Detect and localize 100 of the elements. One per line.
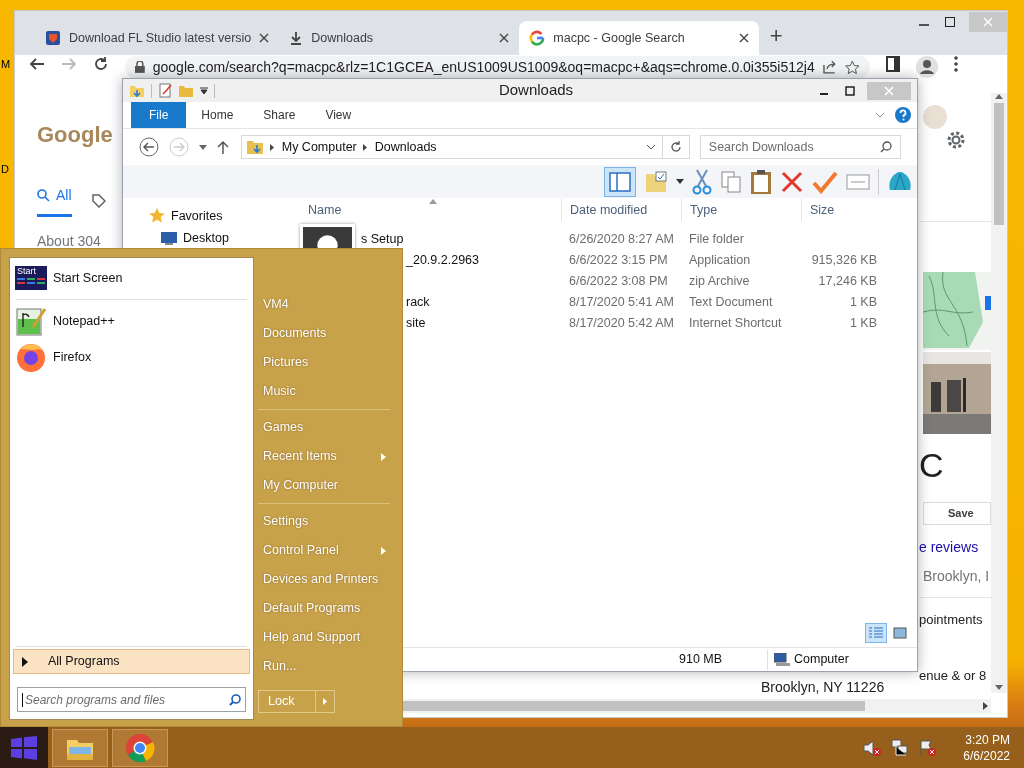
column-header[interactable]: Size	[801, 199, 911, 221]
size-cell: 915,326 KB	[811, 253, 877, 268]
size-cell: 1 KB	[849, 295, 877, 310]
search-icon	[229, 693, 241, 706]
size-cell: 17,246 KB	[818, 274, 877, 289]
caret-icon[interactable]	[200, 86, 208, 95]
date-cell-text: 6/6/2022 3:15 PM	[568, 252, 669, 270]
start-screen-icon: Start	[15, 266, 47, 290]
address-field[interactable]: My Computer Downloads	[240, 135, 663, 159]
maximize-icon[interactable]	[945, 17, 955, 27]
file-row[interactable]: s Setup 6/26/2020 8:27 AM File folder	[299, 229, 917, 250]
scroll-down-icon[interactable]	[995, 685, 1003, 691]
triangle-right-icon	[323, 698, 327, 705]
search-icon	[880, 141, 892, 153]
star-icon[interactable]	[845, 59, 860, 75]
hours-text: pointments	[919, 611, 984, 629]
ribbon-tab[interactable]: File	[131, 102, 187, 128]
search-tab[interactable]: All	[37, 185, 72, 217]
maximize-icon[interactable]	[845, 85, 855, 96]
sidebar-icon[interactable]	[886, 56, 900, 72]
new-tab-button[interactable]: +	[765, 25, 788, 47]
file-name: s Setup	[361, 232, 404, 247]
profile-icon[interactable]	[916, 56, 938, 78]
chevron-icon[interactable]	[645, 144, 656, 150]
download-icon	[289, 31, 304, 45]
taskbar-app[interactable]	[52, 728, 108, 767]
browser-tab[interactable]: Download FL Studio latest versio	[35, 21, 280, 55]
properties-icon[interactable]	[158, 82, 174, 99]
scroll-right-icon[interactable]	[983, 702, 989, 710]
share-icon[interactable]	[822, 60, 838, 74]
clock-date[interactable]: 6/6/2022	[963, 747, 1010, 764]
browser-tab[interactable]: macpc - Google Search	[519, 21, 760, 55]
monitor-icon	[161, 231, 177, 245]
save-button[interactable]: Save	[923, 502, 991, 525]
large-icons-view-icon	[893, 627, 907, 639]
close-icon[interactable]	[739, 33, 750, 43]
ribbon-tab[interactable]: Home	[186, 102, 249, 128]
column-header[interactable]: Name	[299, 199, 561, 221]
muted-speaker-icon[interactable]	[863, 738, 882, 757]
network-icon[interactable]	[891, 738, 910, 757]
nav-item[interactable]: Favorites	[149, 208, 299, 224]
start-button[interactable]	[0, 727, 48, 768]
clock-time[interactable]: 3:20 PM	[965, 731, 1010, 748]
close-icon[interactable]	[499, 33, 510, 43]
file-name: site	[406, 316, 426, 331]
breadcrumb[interactable]: Downloads	[374, 137, 437, 157]
taskbar-app[interactable]	[112, 728, 168, 767]
location-text: Computer	[794, 651, 849, 669]
back-icon[interactable]	[139, 137, 159, 157]
tab-title: macpc - Google Search	[553, 29, 686, 47]
vertical-scrollbar[interactable]	[991, 93, 1007, 693]
back-icon[interactable]	[29, 56, 45, 72]
reviews-link[interactable]: e reviews	[919, 537, 991, 558]
search-field[interactable]: Search programs and files	[17, 687, 246, 712]
column-header[interactable]: Date modified	[561, 199, 681, 221]
footer-address: Brooklyn, NY 11226	[761, 678, 885, 697]
all-programs-button[interactable]: All Programs	[13, 649, 250, 674]
pinned-item[interactable]: Start Start Screen	[10, 260, 253, 296]
pinned-item[interactable]: Notepad++	[10, 303, 253, 339]
check-icon[interactable]	[812, 169, 838, 194]
scroll-thumb[interactable]	[994, 103, 1004, 225]
free-space-text: 910 MB	[679, 651, 724, 669]
clipboard-icon[interactable]	[750, 168, 772, 195]
tab-title: Downloads	[311, 29, 375, 47]
flag-icon[interactable]	[919, 738, 938, 757]
google-icon	[529, 30, 546, 46]
computer-icon	[774, 652, 790, 667]
breadcrumb[interactable]: My Computer	[281, 137, 357, 157]
window-title: Downloads	[498, 80, 574, 101]
scissors-icon[interactable]	[692, 168, 712, 195]
type-cell-text: zip Archive	[688, 273, 751, 291]
up-icon[interactable]	[216, 140, 229, 154]
column-header[interactable]: Type	[681, 199, 801, 221]
caret-icon[interactable]	[198, 144, 207, 150]
nav-item[interactable]: Desktop	[149, 230, 299, 246]
help-icon[interactable]	[895, 107, 911, 123]
chevron-right-icon[interactable]	[362, 143, 367, 151]
close-icon[interactable]	[259, 33, 270, 43]
date-cell-text: 8/17/2020 5:42 AM	[568, 315, 675, 333]
tag-icon[interactable]	[91, 194, 106, 208]
chevron-icon[interactable]	[875, 112, 885, 118]
settings-icon[interactable]	[945, 129, 967, 151]
preview-pane-button[interactable]	[604, 166, 636, 197]
caret-icon[interactable]	[676, 179, 684, 184]
pinned-item[interactable]: Firefox	[10, 339, 253, 375]
refresh-button[interactable]	[661, 135, 690, 159]
star-icon	[149, 208, 165, 224]
chevron-right-icon[interactable]	[269, 143, 274, 151]
windows-icon	[11, 735, 37, 760]
search-field[interactable]: Search Downloads	[699, 135, 901, 159]
delete-icon[interactable]	[780, 169, 804, 194]
file-name: _20.9.2.2963	[406, 253, 479, 268]
ribbon-tab[interactable]: Share	[248, 102, 311, 128]
address-bar[interactable]: google.com/search?q=macpc&rlz=1C1GCEA_enUS1009US1009&oq=macpc+&aqs=chrome.0.0i355i512j4	[125, 56, 870, 78]
menu-icon[interactable]	[954, 56, 958, 72]
pane-icon	[609, 171, 631, 192]
scroll-up-icon[interactable]	[995, 93, 1003, 99]
browser-tab[interactable]: Downloads	[279, 21, 520, 55]
reload-icon[interactable]	[93, 56, 109, 72]
ribbon-tab[interactable]: View	[310, 102, 367, 128]
